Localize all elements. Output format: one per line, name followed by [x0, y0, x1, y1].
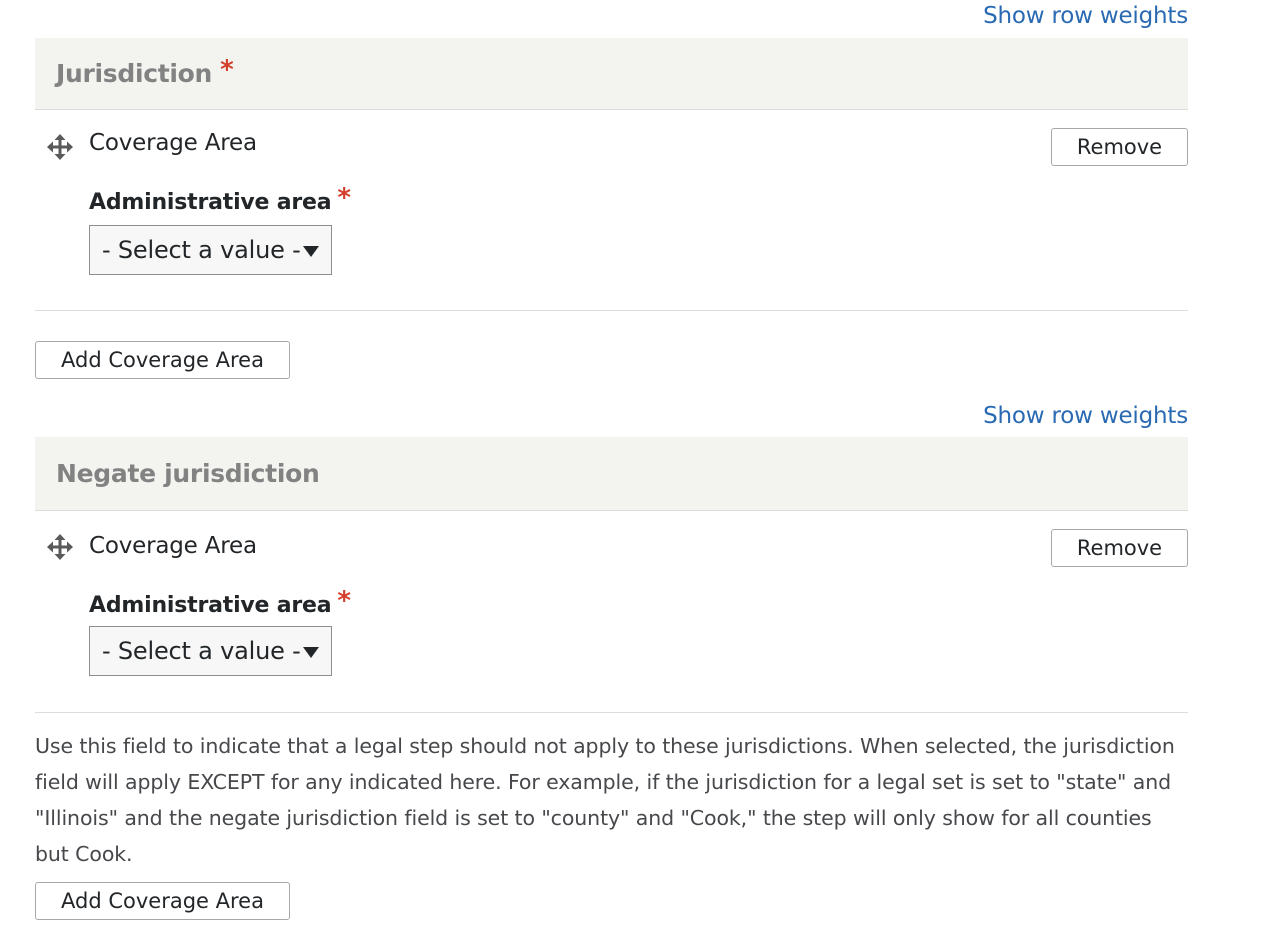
administrative-area-select[interactable]: - Select a value -	[89, 225, 332, 275]
table-row: Coverage Area Remove Administrative area…	[35, 511, 1188, 713]
select-value: - Select a value -	[102, 236, 301, 264]
coverage-area-label: Coverage Area	[89, 130, 257, 156]
show-row-weights-link[interactable]: Show row weights	[35, 1, 1188, 31]
administrative-area-label: Administrative area *	[89, 586, 351, 619]
section-title: Negate jurisdiction	[56, 459, 320, 488]
administrative-area-label: Administrative area *	[89, 183, 351, 216]
administrative-area-select[interactable]: - Select a value -	[89, 626, 332, 676]
field-label-text: Administrative area	[89, 593, 332, 618]
negate-jurisdiction-header: Negate jurisdiction	[35, 437, 1188, 511]
required-marker: *	[220, 54, 234, 85]
caret-down-icon	[303, 647, 319, 658]
field-label-text: Administrative area	[89, 190, 332, 215]
drag-handle-icon[interactable]	[47, 134, 73, 160]
required-marker: *	[337, 183, 351, 213]
required-marker: *	[337, 586, 351, 616]
field-description: Use this field to indicate that a legal …	[35, 734, 1175, 866]
jurisdiction-section: Show row weights Jurisdiction * Coverage…	[35, 1, 1188, 379]
jurisdiction-header: Jurisdiction *	[35, 38, 1188, 110]
add-coverage-area-button[interactable]: Add Coverage Area	[35, 341, 290, 379]
drag-handle-icon[interactable]	[47, 534, 73, 560]
negate-jurisdiction-section: Show row weights Negate jurisdiction Cov…	[35, 401, 1188, 920]
table-row: Coverage Area Remove Administrative area…	[35, 110, 1188, 311]
select-value: - Select a value -	[102, 637, 301, 665]
remove-button[interactable]: Remove	[1051, 128, 1188, 166]
remove-button[interactable]: Remove	[1051, 529, 1188, 567]
coverage-area-label: Coverage Area	[89, 533, 257, 559]
section-title: Jurisdiction	[56, 59, 213, 88]
add-coverage-area-button[interactable]: Add Coverage Area	[35, 882, 290, 920]
show-row-weights-link[interactable]: Show row weights	[35, 401, 1188, 431]
caret-down-icon	[303, 246, 319, 257]
